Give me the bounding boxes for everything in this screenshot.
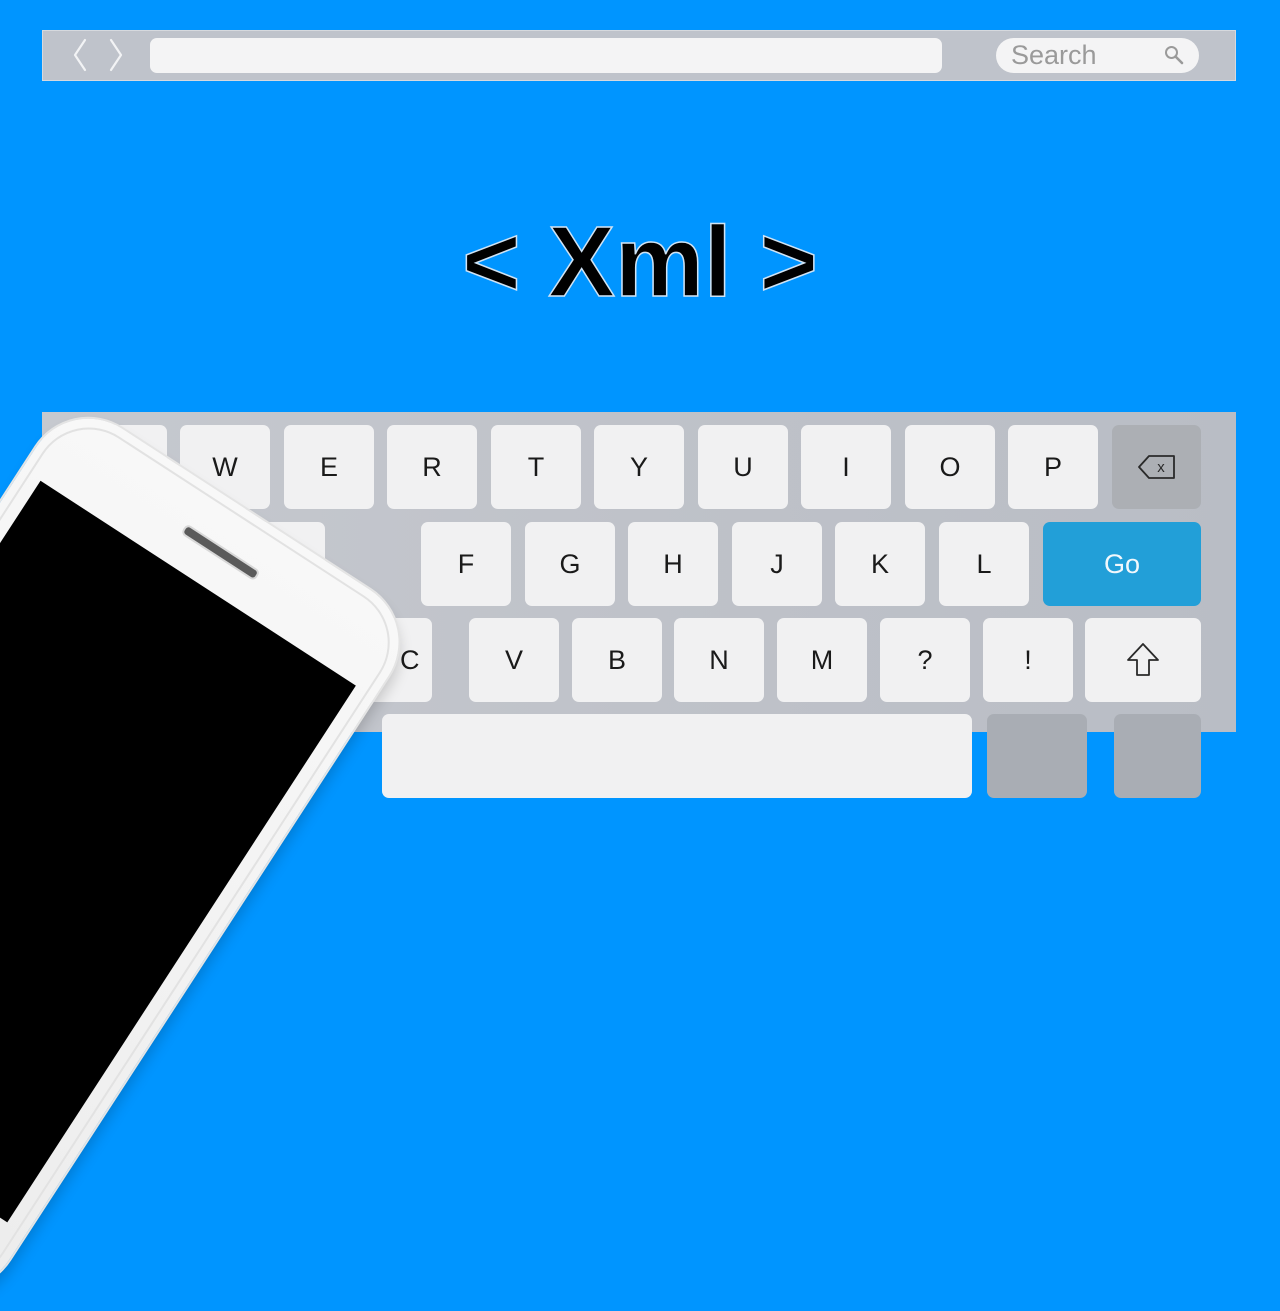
backspace-icon: x xyxy=(1137,455,1175,479)
key-f[interactable]: F xyxy=(421,522,511,606)
page-title: < Xml > xyxy=(461,205,818,319)
key-u[interactable]: U xyxy=(698,425,788,509)
key-i[interactable]: I xyxy=(801,425,891,509)
browser-toolbar xyxy=(42,30,1236,81)
key-k[interactable]: K xyxy=(835,522,925,606)
forward-button[interactable] xyxy=(105,37,127,73)
key-b[interactable]: B xyxy=(572,618,662,702)
shift-key[interactable] xyxy=(1085,618,1201,702)
key-t[interactable]: T xyxy=(491,425,581,509)
bottom-key-right[interactable] xyxy=(1114,714,1201,798)
backspace-key[interactable]: x xyxy=(1112,425,1201,509)
key-r[interactable]: R xyxy=(387,425,477,509)
address-bar[interactable] xyxy=(150,38,942,73)
key-l[interactable]: L xyxy=(939,522,1029,606)
chevron-right-icon xyxy=(109,38,123,72)
key-h[interactable]: H xyxy=(628,522,718,606)
key-exclamation[interactable]: ! xyxy=(983,618,1073,702)
key-o[interactable]: O xyxy=(905,425,995,509)
back-button[interactable] xyxy=(69,37,91,73)
chevron-left-icon xyxy=(73,38,87,72)
key-v[interactable]: V xyxy=(469,618,559,702)
key-g[interactable]: G xyxy=(525,522,615,606)
key-n[interactable]: N xyxy=(674,618,764,702)
key-j[interactable]: J xyxy=(732,522,822,606)
search-box[interactable] xyxy=(996,38,1199,73)
space-key[interactable] xyxy=(382,714,972,798)
backspace-x: x xyxy=(1157,459,1165,476)
go-key[interactable]: Go xyxy=(1043,522,1201,606)
key-y[interactable]: Y xyxy=(594,425,684,509)
key-m[interactable]: M xyxy=(777,618,867,702)
bottom-key-left[interactable] xyxy=(987,714,1087,798)
search-icon[interactable] xyxy=(1163,44,1185,66)
key-question[interactable]: ? xyxy=(880,618,970,702)
key-e[interactable]: E xyxy=(284,425,374,509)
shift-arrow-icon xyxy=(1127,643,1159,676)
key-p[interactable]: P xyxy=(1008,425,1098,509)
search-input[interactable] xyxy=(996,38,1156,73)
